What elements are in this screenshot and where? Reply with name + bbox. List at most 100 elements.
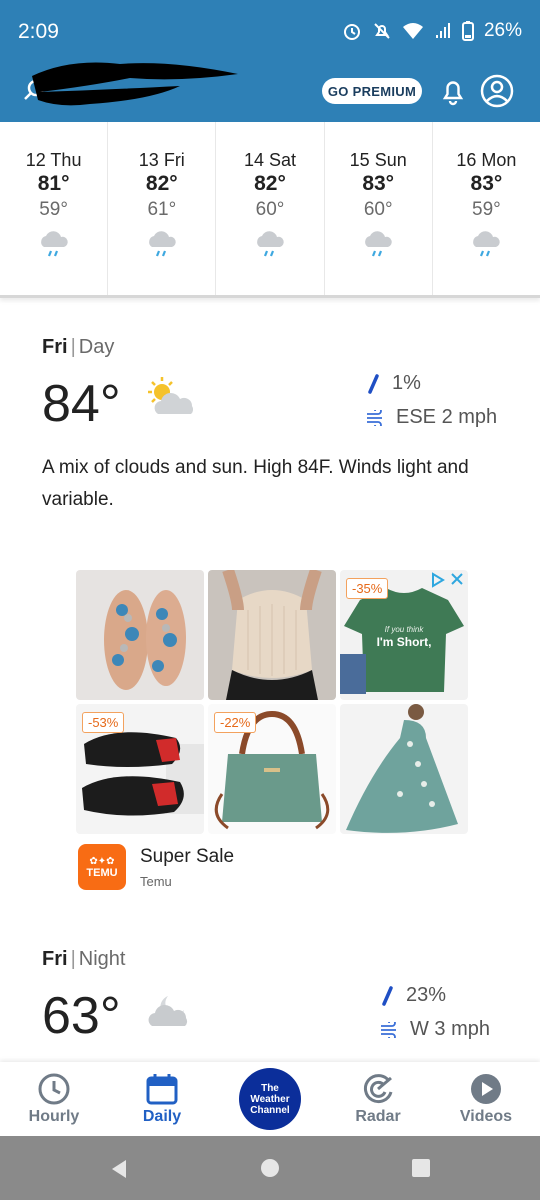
- forecast-day-label: 13 Fri: [138, 150, 185, 170]
- account-icon[interactable]: [480, 74, 514, 113]
- forecast-day-label: 16 Mon: [456, 150, 517, 170]
- go-premium-button[interactable]: GO PREMIUM: [322, 78, 422, 104]
- forecast-low: 61°: [147, 199, 177, 220]
- nav-daily[interactable]: Daily: [112, 1072, 212, 1126]
- period-name: Night: [78, 948, 126, 970]
- ad-product-tshirt[interactable]: If you think I'm Short, -35%: [340, 570, 468, 700]
- notification-bell-icon[interactable]: [440, 76, 466, 111]
- rain-cloud-icon: [216, 227, 323, 261]
- app-header: 2:09 26% GO PREMIUM: [0, 0, 540, 122]
- wind-row: ESE 2 mph: [366, 406, 497, 429]
- calendar-icon: [146, 1074, 178, 1105]
- nav-hourly[interactable]: Hourly: [4, 1072, 104, 1126]
- daily-forecast-strip: 12 Thu 81° 59° 13 Fri 82° 61° 14 Sat 82°…: [0, 122, 540, 298]
- partly-cloudy-icon: [142, 374, 202, 427]
- precip-value: 23%: [406, 984, 447, 1006]
- forecast-high: 82°: [145, 172, 178, 195]
- nav-radar[interactable]: Radar: [328, 1072, 428, 1126]
- battery-icon: [461, 21, 474, 41]
- ad-product-clogs[interactable]: -53%: [76, 704, 204, 834]
- forecast-day[interactable]: 12 Thu 81° 59°: [0, 122, 109, 295]
- wind-row: W 3 mph: [380, 1018, 490, 1041]
- ad-footer[interactable]: ✿✦✿ TEMU Super Sale Temu: [78, 844, 234, 890]
- back-icon[interactable]: [108, 1158, 130, 1185]
- status-icons: 26%: [342, 20, 522, 42]
- redacted-location[interactable]: [30, 56, 240, 112]
- forecast-day[interactable]: 15 Sun 83° 60°: [325, 122, 433, 295]
- shirt-text-1: If you think: [385, 625, 425, 634]
- ad-product-knit-top[interactable]: [208, 570, 336, 700]
- precip-value: 1%: [392, 372, 421, 394]
- day-temperature: 84°: [42, 375, 121, 433]
- battery-percent: 26%: [483, 20, 522, 41]
- adchoices[interactable]: [430, 572, 464, 588]
- logo-line-3: Channel: [250, 1104, 290, 1116]
- day-detail: Fri | Day 84° 1% ESE 2 mph A mix of clouds…: [42, 336, 512, 510]
- period-day: Fri: [42, 948, 68, 970]
- partly-cloudy-night-icon: [142, 986, 202, 1039]
- nav-radar-label: Radar: [355, 1108, 401, 1125]
- bottom-nav: Hourly Daily The Weather Channel Radar V…: [0, 1062, 540, 1136]
- shirt-text-2: I'm Short,: [377, 635, 432, 649]
- clock-icon: [38, 1073, 70, 1105]
- night-temperature: 63°: [42, 987, 121, 1045]
- logo-line-2: Weather: [250, 1093, 290, 1105]
- rain-cloud-icon: [108, 227, 215, 261]
- nav-daily-label: Daily: [142, 1108, 182, 1125]
- ad-product-sandals[interactable]: [76, 570, 204, 700]
- nav-hourly-label: Hourly: [28, 1108, 80, 1125]
- precip-row: 1%: [366, 372, 421, 395]
- forecast-low: 60°: [255, 199, 285, 220]
- forecast-high: 82°: [254, 172, 286, 195]
- forecast-high: 83°: [470, 172, 503, 195]
- radar-icon: [363, 1074, 393, 1104]
- nav-videos[interactable]: Videos: [436, 1072, 536, 1126]
- period-day: Fri: [42, 336, 68, 358]
- forecast-day-label: 15 Sun: [349, 150, 407, 170]
- forecast-high: 81°: [37, 172, 70, 195]
- forecast-day-label: 14 Sat: [243, 150, 297, 170]
- adchoices-icon[interactable]: [430, 572, 446, 588]
- home-icon[interactable]: [260, 1158, 280, 1183]
- forecast-day[interactable]: 14 Sat 82° 60°: [216, 122, 325, 295]
- status-time: 2:09: [18, 20, 59, 43]
- temu-logo-text: TEMU: [86, 866, 118, 879]
- raindrop-icon: [368, 373, 379, 394]
- forecast-low: 59°: [39, 199, 68, 220]
- period-title: Fri | Day: [42, 336, 115, 358]
- alarm-icon: [342, 21, 362, 41]
- ad-advertiser: Temu: [140, 874, 172, 889]
- status-bar: 2:09 26%: [0, 0, 540, 62]
- mute-icon: [372, 21, 392, 41]
- wind-icon: [381, 1021, 396, 1038]
- period-title: Fri | Night: [42, 948, 126, 970]
- recents-icon[interactable]: [411, 1158, 431, 1183]
- rain-cloud-icon: [433, 227, 540, 261]
- temu-logo-glyphs: ✿✦✿: [89, 855, 115, 867]
- night-detail: Fri | Night 63° 23% W 3 mph: [42, 948, 512, 1045]
- ad-product-grid: If you think I'm Short, -35% -53% -22%: [76, 570, 468, 834]
- ad-product-dress[interactable]: [340, 704, 468, 834]
- forecast-day-label: 12 Thu: [25, 150, 82, 170]
- ad-title: Super Sale: [140, 846, 235, 867]
- forecast-low: 59°: [472, 199, 501, 220]
- rain-cloud-icon: [0, 227, 107, 261]
- raindrop-icon: [382, 985, 393, 1006]
- period-name: Day: [78, 336, 115, 358]
- wifi-icon: [402, 22, 424, 40]
- ad-text: Super Sale Temu: [140, 844, 234, 889]
- day-description: A mix of clouds and sun. High 84F. Winds…: [42, 457, 469, 510]
- precip-row: 23%: [380, 984, 446, 1007]
- weather-channel-logo[interactable]: The Weather Channel: [239, 1068, 301, 1130]
- ad-close-icon[interactable]: [450, 572, 464, 586]
- wind-value: W 3 mph: [410, 1018, 491, 1040]
- forecast-low: 60°: [363, 199, 393, 220]
- signal-icon: [434, 22, 452, 40]
- forecast-day[interactable]: 13 Fri 82° 61°: [108, 122, 217, 295]
- discount-badge: -35%: [346, 578, 389, 599]
- wind-icon: [367, 409, 382, 426]
- forecast-day[interactable]: 16 Mon 83° 59°: [433, 122, 540, 295]
- sponsored-ad[interactable]: If you think I'm Short, -35% -53% -22% ✿✦…: [76, 570, 468, 900]
- weather-channel-logo-text: The Weather Channel: [250, 1083, 289, 1116]
- ad-product-handbag[interactable]: -22%: [208, 704, 336, 834]
